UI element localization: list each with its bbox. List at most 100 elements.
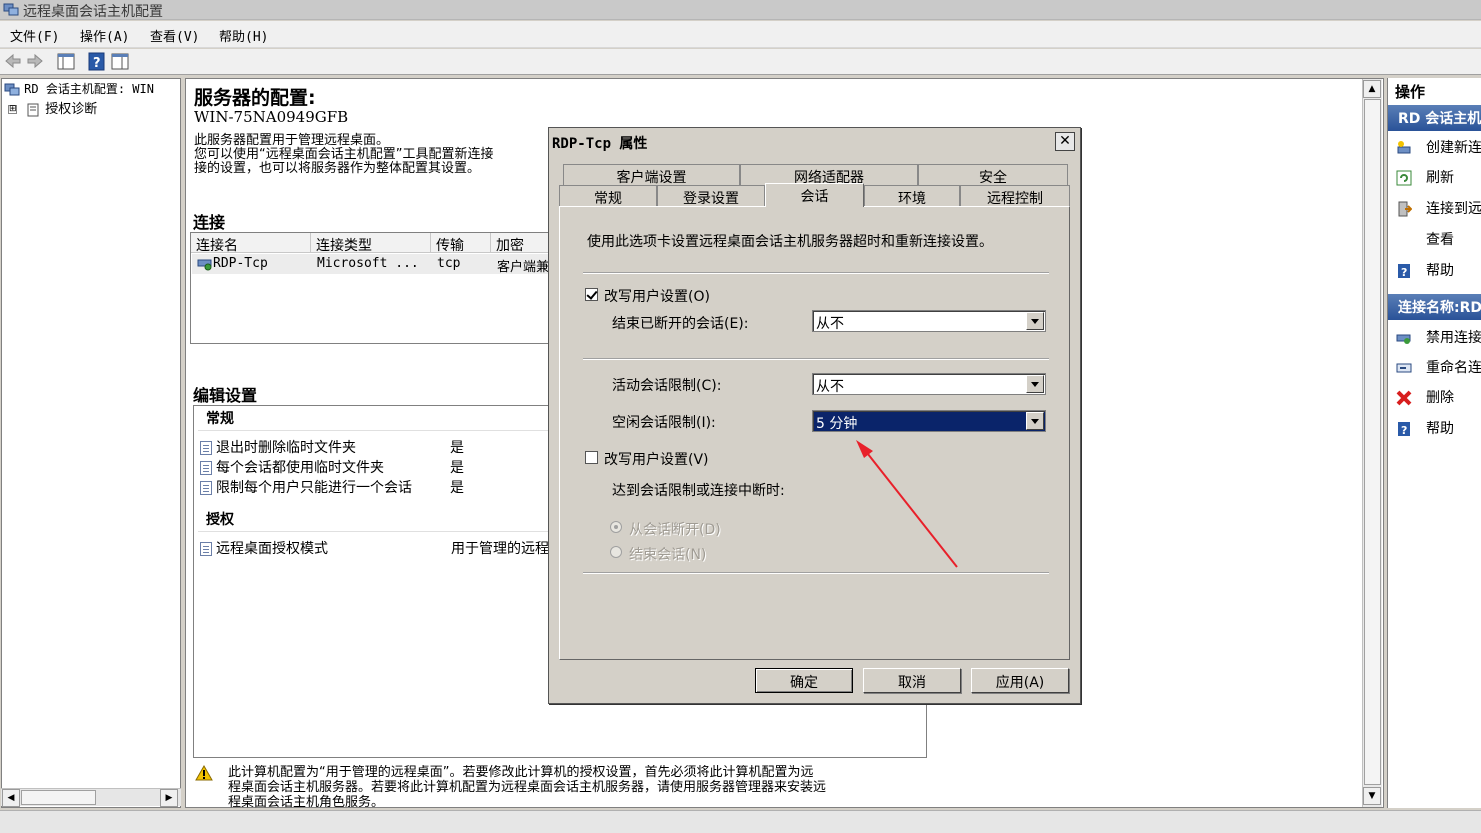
left-horizontal-scrollbar[interactable]: ◀ ▶ [1,788,181,807]
connections-heading: 连接 [193,213,226,232]
idle-session-limit-label: 空闲会话限制(I): [612,415,716,431]
scroll-left-arrow[interactable]: ◀ [2,789,20,807]
back-arrow-icon[interactable] [3,52,23,71]
tab-sessions[interactable]: 会话 [765,183,864,207]
window-title: 远程桌面会话主机配置 [23,4,163,20]
end-disconnected-dropdown[interactable]: 从不 [812,310,1046,332]
actions-group-header-connection[interactable]: 连接名称:RD [1388,294,1481,320]
svg-text:?: ? [1401,424,1407,437]
end-session-radio[interactable] [610,546,622,558]
tab-environment[interactable]: 环境 [864,185,960,207]
column-header-encryption[interactable]: 加密 [491,233,555,254]
action-label: 刷新 [1426,170,1454,186]
action-help[interactable]: ? 帮助 [1396,260,1454,280]
chevron-down-icon[interactable] [1026,375,1044,393]
property-icon [200,441,212,455]
setting-per-session-temp-folders[interactable]: 每个会话都使用临时文件夹 [200,457,384,477]
action-label: 查看 [1426,232,1454,248]
group-divider [198,531,548,532]
details-vertical-scrollbar[interactable]: ▲ ▼ [1362,79,1382,807]
connect-server-icon [1398,201,1412,217]
column-header-name[interactable]: 连接名 [191,233,311,254]
setting-delete-temp-folders[interactable]: 退出时删除临时文件夹 [200,437,356,457]
help-icon[interactable]: ? [87,52,107,71]
help-icon: ? [1398,422,1410,437]
dialog-title: RDP-Tcp 属性 [552,136,648,152]
tab-general[interactable]: 常规 [559,185,657,207]
server-name: WIN-75NA0949GFB [194,108,349,126]
scroll-up-arrow[interactable]: ▲ [1363,80,1381,98]
dialog-title-bar[interactable]: RDP-Tcp 属性 ✕ [549,128,1080,156]
licensing-group-heading: 授权 [206,512,234,528]
console-tree-icon[interactable] [56,52,76,71]
close-button[interactable]: ✕ [1055,132,1075,151]
view-icon [1396,232,1412,248]
setting-label: 限制每个用户只能进行一个会话 [216,480,412,496]
action-disable-connection[interactable]: 禁用连接 [1396,327,1481,347]
table-row[interactable]: RDP-Tcp Microsoft ... tcp 客户端兼 [192,254,554,275]
action-pane-icon[interactable] [110,52,130,71]
warning-line: 程桌面会话主机服务器。若要将此计算机配置为远程桌面会话主机服务器，请使用服务器管… [228,780,827,795]
override-user-settings-label: 改写用户设置(O) [604,289,710,305]
tab-logon-settings[interactable]: 登录设置 [657,185,765,207]
tree-item-licensing-diagnosis[interactable]: ⊞ 授权诊断 [8,98,97,117]
actions-group-header-rd-host[interactable]: RD 会话主机 [1388,105,1481,131]
separator [583,272,1049,274]
scroll-thumb[interactable] [1364,99,1381,785]
chevron-down-icon[interactable] [1026,412,1044,430]
menu-bar: 文件(F) 操作(A) 查看(V) 帮助(H) [0,21,1481,48]
setting-value: 是 [450,480,464,496]
licensing-diagnosis-icon [27,103,39,116]
override-user-settings-limit-checkbox[interactable] [585,451,598,464]
dropdown-value: 5 分钟 [816,416,858,432]
server-description: 此服务器配置用于管理远程桌面。 您可以使用“远程桌面会话主机配置”工具配置新连接… [194,134,493,176]
server-config-heading: 服务器的配置: [194,87,316,109]
setting-value: 是 [450,440,464,456]
ok-button[interactable]: 确定 [755,668,853,693]
scroll-thumb[interactable] [21,790,96,805]
on-limit-label: 达到会话限制或连接中断时: [612,483,785,499]
apply-button[interactable]: 应用(A) [971,668,1069,693]
action-label: 禁用连接 [1426,330,1481,346]
tree-item-label: RD 会话主机配置: WIN [24,82,154,96]
cell-type: Microsoft ... [317,256,419,271]
column-header-transport[interactable]: 传输 [431,233,491,254]
disconnect-from-session-radio[interactable] [610,521,622,533]
server-description-line: 接的设置，也可以将服务器作为整体配置其设置。 [194,161,481,176]
connections-list[interactable]: 连接名 连接类型 传输 加密 RDP-Tcp Microsoft ... tcp… [190,232,555,344]
idle-session-limit-dropdown[interactable]: 5 分钟 [812,410,1046,432]
setting-single-session-per-user[interactable]: 限制每个用户只能进行一个会话 [200,477,412,497]
scroll-right-arrow[interactable]: ▶ [160,789,178,807]
tab-security[interactable]: 安全 [918,164,1068,186]
action-refresh[interactable]: 刷新 [1396,167,1454,187]
tab-client-settings[interactable]: 客户端设置 [563,164,740,186]
override-user-settings-checkbox[interactable] [585,288,598,301]
expand-icon[interactable]: ⊞ [8,105,17,114]
chevron-down-icon[interactable] [1026,312,1044,330]
menu-view[interactable]: 查看(V) [150,26,199,45]
menu-file[interactable]: 文件(F) [10,26,59,45]
tree-item-rd-host-config[interactable]: RD 会话主机配置: WIN [4,80,154,97]
forward-arrow-icon[interactable] [25,52,45,71]
setting-licensing-mode[interactable]: 远程桌面授权模式 [200,538,328,558]
action-delete[interactable]: 删除 [1396,387,1454,407]
action-rename-connection[interactable]: 重命名连 [1396,357,1481,377]
cell-encryption: 客户端兼 [497,260,550,275]
action-create-connection[interactable]: 创建新连 [1396,137,1481,157]
menu-action[interactable]: 操作(A) [80,26,129,45]
tab-remote-control[interactable]: 远程控制 [960,185,1070,207]
column-header-type[interactable]: 连接类型 [311,233,431,254]
cell-name: RDP-Tcp [213,256,268,271]
action-label: 连接到远 [1426,201,1481,217]
scroll-down-arrow[interactable]: ▼ [1363,787,1381,805]
tree-item-label: 授权诊断 [45,102,98,117]
active-session-limit-dropdown[interactable]: 从不 [812,373,1046,395]
status-bar [0,810,1481,833]
action-view[interactable]: 查看 [1396,229,1454,249]
remote-desktop-app-icon [3,3,19,16]
action-help-connection[interactable]: ? 帮助 [1396,418,1454,438]
menu-help[interactable]: 帮助(H) [219,26,268,45]
cancel-button[interactable]: 取消 [863,668,961,693]
action-connect-to[interactable]: 连接到远 [1396,198,1481,218]
setting-label: 退出时删除临时文件夹 [216,440,356,456]
